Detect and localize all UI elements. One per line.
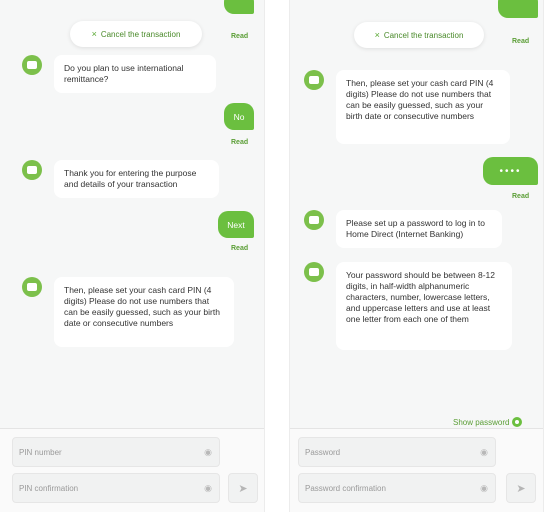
password-confirmation-placeholder: Password confirmation [305, 483, 386, 493]
pin-confirmation-field[interactable]: PIN confirmation ◉ [12, 473, 220, 503]
user-message-bubble [224, 0, 254, 14]
user-message-text: Next [227, 219, 245, 230]
show-password-toggle[interactable]: Show password [453, 417, 523, 427]
user-message-text: No [233, 111, 245, 122]
eye-icon[interactable]: ◉ [473, 483, 495, 494]
eye-icon[interactable]: ◉ [197, 447, 219, 458]
password-placeholder: Password [305, 447, 341, 457]
bot-message: Do you plan to use international remitta… [22, 55, 216, 93]
pin-confirmation-placeholder: PIN confirmation [19, 483, 79, 493]
read-receipt: Read [231, 33, 249, 40]
cancel-transaction-button[interactable]: × Cancel the transaction [70, 21, 202, 47]
bot-message-bubble: Do you plan to use international remitta… [54, 55, 216, 93]
bot-message: Thank you for entering the purpose and d… [22, 160, 219, 198]
eye-icon[interactable]: ◉ [197, 483, 219, 494]
chat-panel-left: Read × Cancel the transaction Do you pla… [0, 0, 265, 512]
bot-avatar-icon [304, 210, 324, 230]
masked-pin-text: •••• [499, 165, 522, 177]
bot-message-bubble: Then, please set your cash card PIN (4 d… [336, 70, 510, 144]
user-message-bubble [498, 0, 538, 18]
pin-number-field[interactable]: PIN number ◉ [12, 437, 220, 467]
chat-panel-right: Read × Cancel the transaction Then, plea… [289, 0, 544, 512]
read-receipt: Read [512, 38, 530, 45]
bot-avatar-icon [304, 70, 324, 90]
bot-message-bubble: Then, please set your cash card PIN (4 d… [54, 277, 234, 347]
password-field[interactable]: Password ◉ [298, 437, 496, 467]
user-message-bubble: No [224, 103, 254, 130]
bot-message: Please set up a password to log in to Ho… [304, 210, 502, 248]
bot-avatar-icon [22, 160, 42, 180]
read-receipt: Read [231, 245, 249, 252]
cancel-transaction-label: Cancel the transaction [383, 30, 464, 40]
input-area: PIN number ◉ PIN confirmation ◉ ➤ [0, 428, 264, 512]
read-receipt: Read [512, 193, 530, 200]
pin-number-placeholder: PIN number [19, 447, 62, 457]
user-message-bubble: •••• [483, 157, 538, 185]
bot-message: Your password should be between 8-12 dig… [304, 262, 512, 350]
send-button[interactable]: ➤ [228, 473, 258, 503]
read-receipt: Read [231, 139, 249, 146]
bot-avatar-icon [22, 55, 42, 75]
bot-avatar-icon [22, 277, 42, 297]
bot-message: Then, please set your cash card PIN (4 d… [304, 70, 510, 144]
bot-message: Then, please set your cash card PIN (4 d… [22, 277, 234, 347]
bot-message-bubble: Thank you for entering the purpose and d… [54, 160, 219, 198]
cancel-transaction-label: Cancel the transaction [100, 29, 181, 39]
cancel-transaction-button[interactable]: × Cancel the transaction [354, 22, 484, 48]
bot-avatar-icon [304, 262, 324, 282]
send-icon: ➤ [238, 482, 248, 495]
user-message-bubble: Next [218, 211, 254, 238]
eye-icon[interactable]: ◉ [473, 447, 495, 458]
eye-icon [512, 417, 523, 427]
show-password-label: Show password [453, 417, 510, 427]
password-confirmation-field[interactable]: Password confirmation ◉ [298, 473, 496, 503]
input-area: Password ◉ Password confirmation ◉ ➤ [290, 428, 543, 512]
bot-message-bubble: Your password should be between 8-12 dig… [336, 262, 512, 350]
bot-message-bubble: Please set up a password to log in to Ho… [336, 210, 502, 248]
close-icon: × [374, 30, 380, 40]
send-button[interactable]: ➤ [506, 473, 536, 503]
send-icon: ➤ [516, 482, 526, 495]
close-icon: × [91, 29, 97, 39]
